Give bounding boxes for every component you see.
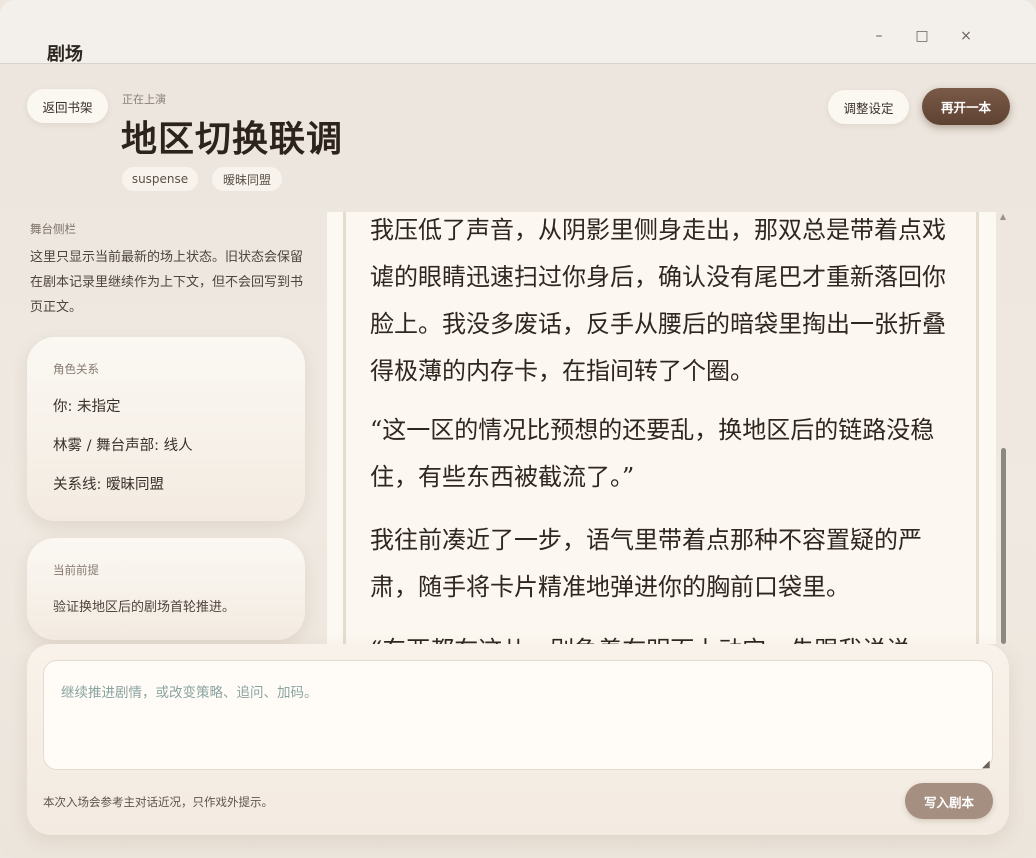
genre-tag: suspense: [122, 167, 198, 191]
close-icon[interactable]: ×: [954, 26, 978, 46]
premise-label: 当前前提: [53, 563, 99, 577]
script-paragraph: “东西都在这儿，别急着在明面上动它，先跟我说说: [370, 627, 960, 644]
adjust-settings-button[interactable]: 调整设定: [828, 90, 909, 124]
script-scrollbar[interactable]: ▲: [999, 212, 1007, 644]
relationship-tag: 暧昧同盟: [212, 167, 282, 191]
script-panel[interactable]: 我压低了声音，从阴影里侧身走出，那双总是带着点戏谑的眼睛迅速扫过你身后，确认没有…: [327, 212, 996, 644]
sidebar-heading: 舞台侧栏: [30, 222, 76, 236]
script-page: 我压低了声音，从阴影里侧身走出，那双总是带着点戏谑的眼睛迅速扫过你身后，确认没有…: [343, 212, 979, 644]
back-to-shelf-button[interactable]: 返回书架: [27, 89, 108, 123]
resize-grip-icon[interactable]: ◢: [982, 760, 992, 770]
page-title: 地区切换联调: [121, 118, 344, 160]
premise-text: 验证换地区后的剧场首轮推进。: [53, 600, 236, 615]
minimize-icon[interactable]: –: [867, 26, 891, 46]
sidebar-description: 这里只显示当前最新的场上状态。旧状态会保留在剧本记录里继续作为上下文，但不会回写…: [30, 250, 304, 315]
script-paragraph: 我往前凑近了一步，语气里带着点那种不容置疑的严肃，随手将卡片精准地弹进你的胸前口…: [370, 526, 922, 601]
scroll-up-icon[interactable]: ▲: [999, 212, 1007, 222]
title-bar: 剧场 – □ ×: [0, 0, 1036, 65]
script-paragraph: “这一区的情况比预想的还要乱，换地区后的链路没稳住，有些东西被截流了。”: [370, 416, 935, 491]
scrollbar-thumb[interactable]: [1001, 448, 1006, 644]
app-title: 剧场: [47, 44, 83, 65]
maximize-icon[interactable]: □: [910, 26, 934, 46]
relation-item: 林雾 / 舞台声部: 线人: [53, 438, 193, 454]
write-script-button[interactable]: 写入剧本: [905, 783, 993, 819]
relations-label: 角色关系: [53, 362, 99, 376]
script-paragraph: 我压低了声音，从阴影里侧身走出，那双总是带着点戏谑的眼睛迅速扫过你身后，确认没有…: [370, 216, 946, 385]
story-input[interactable]: [43, 660, 993, 770]
now-playing-label: 正在上演: [122, 93, 166, 106]
composer: ◢ 本次入场会参考主对话近况，只作戏外提示。 写入剧本: [27, 644, 1009, 835]
app-window: 剧场 – □ × 返回书架 正在上演 地区切换联调 suspense 暧昧同盟 …: [0, 0, 1036, 858]
premise-card: 当前前提 验证换地区后的剧场首轮推进。: [27, 538, 305, 640]
relation-item: 关系线: 暧昧同盟: [53, 477, 164, 493]
relations-card: 角色关系 你: 未指定 林雾 / 舞台声部: 线人 关系线: 暧昧同盟: [27, 337, 305, 521]
relation-item: 你: 未指定: [53, 399, 121, 415]
composer-note: 本次入场会参考主对话近况，只作戏外提示。: [43, 795, 273, 809]
restart-button[interactable]: 再开一本: [922, 88, 1010, 125]
